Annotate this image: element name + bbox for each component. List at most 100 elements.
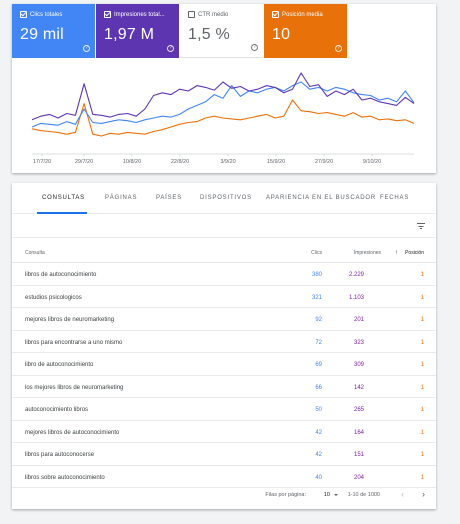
position-cell: 1: [420, 452, 424, 458]
tab-pages[interactable]: PÁGINAS: [105, 195, 137, 201]
dimension-tabs: CONSULTAS PÁGINAS PAÍSES DISPOSITIVOS AP…: [12, 183, 436, 214]
position-cell: 1: [420, 317, 424, 323]
clicks-cell: 40: [315, 474, 322, 481]
performance-chart[interactable]: 17/7/20 29/7/20 10/8/20 22/8/20 3/9/20 15/9/2…: [12, 58, 436, 173]
pagination: Filas por página: 10 1-10 de 1000 ‹ ›: [12, 481, 436, 509]
metric-label: Impresiones total...: [114, 11, 165, 18]
performance-card: Clics totales 29 mil ? Impresiones total…: [12, 4, 436, 173]
metrics-row: Clics totales 29 mil ? Impresiones total…: [12, 4, 436, 58]
position-cell: 1: [420, 362, 424, 368]
x-tick-label: 27/9/20: [315, 159, 333, 165]
impressions-cell: 164: [353, 429, 364, 436]
clicks-cell: 72: [315, 339, 322, 346]
x-tick-label: 17/7/20: [33, 159, 51, 165]
clicks-cell: 321: [311, 294, 322, 301]
metric-value: 1,97 M: [104, 26, 155, 43]
help-icon[interactable]: ?: [167, 45, 174, 52]
rows-per-page-label: Filas por página:: [265, 492, 306, 498]
tab-search-appearance[interactable]: APARIENCIA EN EL BUSCADOR: [266, 195, 376, 201]
impressions-cell: 201: [353, 317, 364, 323]
table-row[interactable]: mejores libros de autoconocimiento 42 164 1: [12, 421, 436, 443]
table-body: libros de autoconocimiento 380 2.229 1 estud…: [12, 263, 436, 488]
impressions-cell: 265: [353, 407, 364, 413]
impressions-cell: 2.229: [348, 272, 364, 278]
column-header-query[interactable]: Consulta: [25, 250, 45, 256]
table-row[interactable]: autoconocimiento libros 50 265 1: [12, 398, 436, 421]
clicks-cell: 50: [315, 407, 322, 413]
page-range: 1-10 de 1000: [347, 492, 380, 498]
impressions-cell: 309: [353, 362, 364, 368]
table-row[interactable]: libros para autoconocerse 42 151 1: [12, 443, 436, 466]
clicks-cell: 380: [311, 272, 322, 278]
tab-queries[interactable]: CONSULTAS: [42, 195, 85, 201]
sort-arrow-icon[interactable]: ↑: [395, 250, 398, 256]
help-icon[interactable]: ?: [335, 45, 342, 52]
checkbox-icon[interactable]: [20, 11, 27, 18]
clicks-cell: 42: [315, 429, 322, 436]
query-cell: mejores libros de neuromarketing: [25, 317, 115, 323]
metric-label: Clics totales: [30, 11, 63, 18]
position-cell: 1: [420, 272, 424, 278]
metric-total-impressions[interactable]: Impresiones total... 1,97 M ?: [96, 4, 179, 58]
metric-value: 10: [272, 26, 291, 43]
query-cell: mejores libros de autoconocimiento: [25, 429, 120, 436]
x-tick-label: 10/8/20: [123, 159, 141, 165]
metric-value: 29 mil: [20, 26, 64, 43]
impressions-cell: 151: [353, 452, 364, 458]
table-row[interactable]: libros de autoconocimiento 380 2.229 1: [12, 263, 436, 286]
impressions-cell: 204: [353, 474, 364, 481]
table-row[interactable]: libro de autoconocimiento 69 309 1: [12, 353, 436, 376]
x-tick-label: 3/9/20: [220, 159, 235, 165]
clicks-cell: 66: [315, 384, 322, 391]
query-cell: autoconocimiento libros: [25, 407, 89, 413]
checkbox-icon[interactable]: [104, 11, 111, 18]
position-cell: 1: [420, 339, 424, 346]
tab-countries[interactable]: PAÍSES: [156, 195, 182, 201]
table-row[interactable]: libros para encontrarse a uno mismo 72 323…: [12, 331, 436, 353]
clicks-cell: 42: [315, 452, 322, 458]
next-page-button[interactable]: ›: [422, 489, 425, 499]
filter-bar: [12, 214, 436, 238]
metric-total-clicks[interactable]: Clics totales 29 mil ?: [12, 4, 95, 58]
dropdown-arrow-icon[interactable]: [334, 494, 338, 496]
metric-value: 1,5 %: [188, 26, 230, 43]
position-cell: 1: [420, 384, 424, 391]
impressions-cell: 142: [353, 384, 364, 391]
x-tick-label: 15/9/20: [267, 159, 285, 165]
column-header-impressions[interactable]: Impresiones: [354, 250, 381, 256]
metric-label: Posición media: [282, 11, 323, 18]
help-icon[interactable]: ?: [83, 45, 90, 52]
checkbox-icon[interactable]: [188, 11, 195, 18]
metric-average-ctr[interactable]: CTR medio 1,5 % ?: [180, 4, 263, 58]
series-line: [31, 72, 415, 121]
x-tick-label: 29/7/20: [75, 159, 93, 165]
filter-icon[interactable]: [417, 223, 425, 229]
table-row[interactable]: los mejores libros de neuromarketing 66 14…: [12, 376, 436, 398]
table-row[interactable]: mejores libros de neuromarketing 92 201 1: [12, 308, 436, 331]
help-icon[interactable]: ?: [251, 44, 258, 51]
query-cell: libros para autoconocerse: [25, 452, 95, 458]
rows-per-page-select[interactable]: 10: [324, 492, 330, 498]
tab-dates[interactable]: FECHAS: [380, 195, 409, 201]
metric-label: CTR medio: [198, 11, 229, 18]
table-row[interactable]: estudios psicologicos 321 1.103 1: [12, 286, 436, 308]
clicks-cell: 69: [315, 362, 322, 368]
query-cell: libros de autoconocimiento: [25, 272, 97, 278]
position-cell: 1: [420, 294, 424, 301]
checkbox-icon[interactable]: [272, 11, 279, 18]
x-tick-label: 22/8/20: [171, 159, 189, 165]
column-header-position[interactable]: Posición: [405, 250, 424, 256]
tab-devices[interactable]: DISPOSITIVOS: [200, 195, 252, 201]
query-cell: libro de autoconocimiento: [25, 362, 94, 368]
query-cell: los mejores libros de neuromarketing: [25, 384, 124, 391]
column-header-clicks[interactable]: Clics: [311, 250, 322, 256]
metric-average-position[interactable]: Posición media 10 ?: [264, 4, 347, 58]
position-cell: 1: [420, 407, 424, 413]
impressions-cell: 323: [353, 339, 364, 346]
x-tick-label: 9/10/20: [363, 159, 381, 165]
table-header: Consulta Clics Impresiones ↑ Posición: [12, 238, 436, 263]
position-cell: 1: [420, 474, 424, 481]
query-cell: libros para encontrarse a uno mismo: [25, 339, 123, 346]
query-cell: libros sobre autoconocimiento: [25, 474, 105, 481]
previous-page-button[interactable]: ‹: [401, 489, 404, 499]
